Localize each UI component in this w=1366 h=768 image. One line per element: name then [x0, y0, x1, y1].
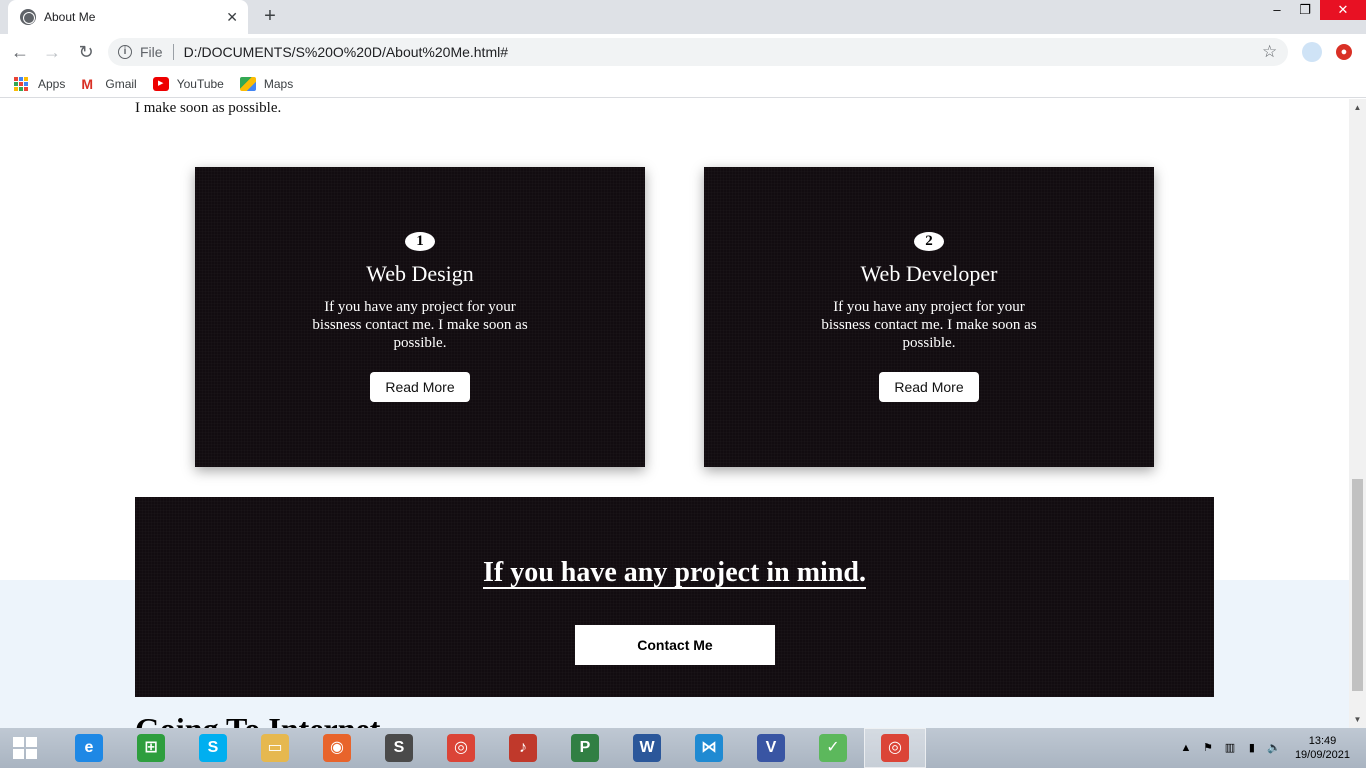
file-explorer-icon: ▭	[261, 734, 289, 762]
clock[interactable]: 13:49 19/09/2021	[1295, 734, 1350, 762]
address-separator	[172, 44, 174, 60]
clock-date: 19/09/2021	[1294, 749, 1350, 761]
bookmark-label: Apps	[38, 76, 66, 91]
taskbar-apps: e ⊞ S ▭ ◉ S ◎ ♪ P W ⋈ V ✓ ◎	[58, 728, 926, 768]
network-icon[interactable]: ▥	[1223, 741, 1237, 755]
forward-button[interactable]: →	[40, 40, 64, 64]
service-card-web-developer: 2 Web Developer If you have any project …	[704, 167, 1154, 467]
service-card-web-design: 1 Web Design If you have any project for…	[195, 167, 645, 467]
close-tab-icon[interactable]: ✕	[226, 9, 238, 26]
system-tray: ▲ ⚑ ▥ ▮ 🔈 13:49 19/09/2021	[1171, 728, 1366, 768]
back-button[interactable]: ←	[8, 40, 32, 64]
taskbar-app[interactable]: V	[740, 728, 802, 768]
address-url: D:/DOCUMENTS/S%20O%20D/About%20Me.html#	[183, 44, 509, 60]
bookmark-apps[interactable]: Apps	[14, 76, 66, 91]
youtube-icon: ▶	[152, 76, 169, 91]
page-viewport: I make soon as possible. 1 Web Design If…	[0, 99, 1349, 728]
sublime-text-icon: S	[385, 734, 413, 762]
address-scheme: File	[140, 44, 163, 60]
minimize-button[interactable]: –	[1262, 0, 1292, 34]
bookmark-star-icon[interactable]: ☆	[1262, 42, 1277, 62]
read-more-button[interactable]: Read More	[370, 372, 470, 402]
bookmark-label: YouTube	[176, 76, 224, 91]
page-scrollbar[interactable]: ▲ ▼	[1349, 99, 1366, 728]
green-app-icon: ✓	[819, 734, 847, 762]
extension-icon[interactable]: ●	[1336, 44, 1352, 60]
speaker-icon: ♪	[509, 734, 537, 762]
word-icon: W	[633, 734, 661, 762]
skype-icon: S	[199, 734, 227, 762]
address-bar[interactable]: i File D:/DOCUMENTS/S%20O%20D/About%20Me…	[108, 38, 1288, 66]
windows-logo-icon	[13, 737, 37, 759]
browser-toolbar: ← → ↻ i File D:/DOCUMENTS/S%20O%20D/Abou…	[0, 34, 1366, 70]
reload-button[interactable]: ↻	[74, 40, 98, 64]
vscode-icon: ⋈	[695, 734, 723, 762]
browser-tab[interactable]: About Me ✕	[8, 0, 248, 34]
taskbar-app[interactable]: S	[182, 728, 244, 768]
internet-explorer-icon: e	[75, 734, 103, 762]
taskbar-app[interactable]: ✓	[802, 728, 864, 768]
banner-title-text: If you have any project in mind.	[483, 557, 866, 588]
tab-title: About Me	[44, 10, 96, 24]
bookmark-label: Gmail	[105, 76, 137, 91]
taskbar-app[interactable]: ▭	[244, 728, 306, 768]
project-icon: P	[571, 734, 599, 762]
card-title: Web Design	[366, 261, 474, 286]
globe-icon	[20, 9, 36, 25]
profile-avatar[interactable]	[1302, 42, 1322, 62]
chrome-active-icon: ◎	[881, 734, 909, 762]
taskbar-app[interactable]: W	[616, 728, 678, 768]
scroll-thumb[interactable]	[1352, 479, 1363, 691]
scroll-down-arrow[interactable]: ▼	[1349, 711, 1366, 728]
scroll-up-arrow[interactable]: ▲	[1349, 99, 1366, 116]
card-description: If you have any project for your bissnes…	[312, 299, 528, 351]
bookmark-gmail[interactable]: M Gmail	[81, 77, 136, 91]
section-heading: Going To Internet	[135, 711, 380, 728]
start-button[interactable]	[0, 728, 50, 768]
bookmarks-bar: Apps M Gmail ▶ YouTube Maps	[0, 70, 1366, 98]
battery-icon[interactable]: ▮	[1245, 741, 1259, 755]
flag-icon[interactable]: ⚑	[1201, 741, 1215, 755]
project-banner: If you have any project in mind. Contact…	[135, 497, 1214, 697]
card-number-badge: 1	[405, 232, 435, 251]
firefox-icon: ◉	[323, 734, 351, 762]
info-icon[interactable]: i	[118, 45, 132, 59]
intro-text-tail: I make soon as possible.	[135, 100, 282, 116]
tab-strip: About Me ✕ + – ❐ ✕	[0, 0, 1366, 34]
bookmark-youtube[interactable]: ▶ YouTube	[152, 76, 224, 91]
banner-title: If you have any project in mind.	[135, 557, 1214, 589]
show-hidden-icons[interactable]: ▲	[1179, 741, 1193, 755]
windows-taskbar: e ⊞ S ▭ ◉ S ◎ ♪ P W ⋈ V ✓ ◎ ▲ ⚑ ▥ ▮ 🔈 13:49 19/09/202…	[0, 728, 1366, 768]
contact-me-button[interactable]: Contact Me	[575, 625, 775, 665]
taskbar-app[interactable]: P	[554, 728, 616, 768]
gmail-icon: M	[81, 75, 94, 92]
new-tab-button[interactable]: +	[258, 5, 282, 29]
read-more-button[interactable]: Read More	[879, 372, 979, 402]
store-icon: ⊞	[137, 734, 165, 762]
taskbar-app[interactable]: ♪	[492, 728, 554, 768]
visio-icon: V	[757, 734, 785, 762]
maps-icon	[239, 76, 256, 91]
bookmark-maps[interactable]: Maps	[239, 76, 294, 91]
taskbar-app[interactable]: ◎	[430, 728, 492, 768]
apps-icon	[14, 76, 30, 91]
volume-icon[interactable]: 🔈	[1267, 741, 1281, 755]
card-number-badge: 2	[914, 232, 944, 251]
card-title: Web Developer	[860, 261, 998, 286]
chrome-icon: ◎	[447, 734, 475, 762]
restore-button[interactable]: ❐	[1290, 0, 1320, 34]
taskbar-app[interactable]: S	[368, 728, 430, 768]
bookmark-label: Maps	[263, 76, 294, 91]
taskbar-app[interactable]: ⋈	[678, 728, 740, 768]
taskbar-app[interactable]: e	[58, 728, 120, 768]
taskbar-app[interactable]: ◎	[864, 728, 926, 768]
card-description: If you have any project for your bissnes…	[821, 299, 1037, 351]
clock-time: 13:49	[1308, 735, 1337, 747]
window-close-button[interactable]: ✕	[1320, 0, 1366, 20]
taskbar-app[interactable]: ⊞	[120, 728, 182, 768]
taskbar-app[interactable]: ◉	[306, 728, 368, 768]
